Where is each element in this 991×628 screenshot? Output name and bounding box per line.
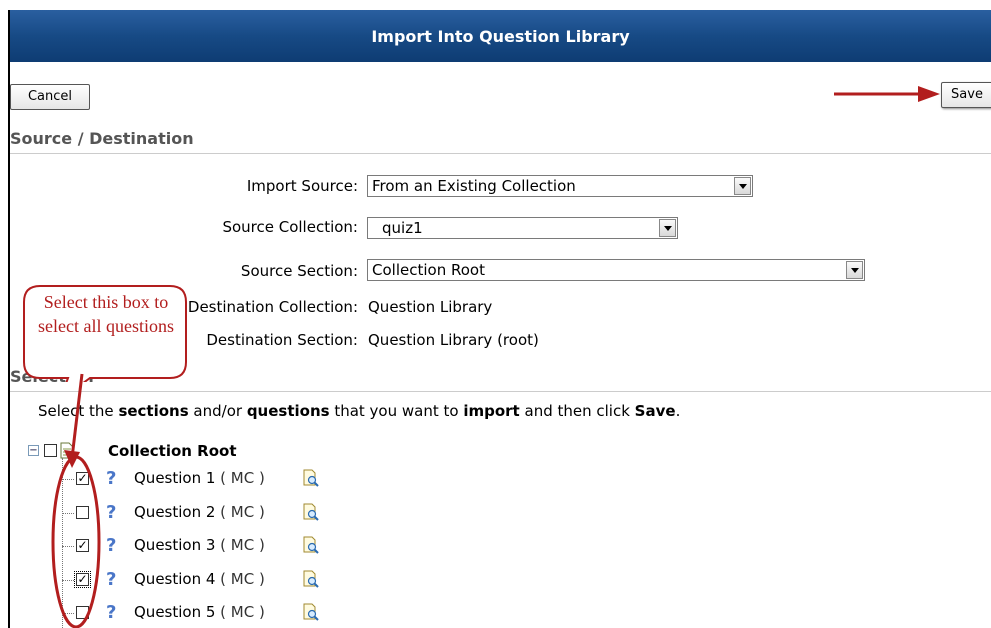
question-label: Question 4 ( MC )	[134, 570, 265, 588]
collapse-icon[interactable]: −	[28, 445, 39, 456]
question-label: Question 1 ( MC )	[134, 469, 265, 487]
question-name: Question 4	[134, 570, 221, 588]
chevron-down-icon[interactable]	[846, 261, 863, 279]
svg-text:?: ?	[106, 569, 116, 589]
collection-root-label: Collection Root	[108, 442, 237, 460]
chevron-down-icon[interactable]	[734, 177, 751, 195]
dialog-title: Import Into Question Library	[10, 10, 991, 62]
question-mark-icon: ?	[106, 502, 116, 522]
source-destination-heading: Source / Destination	[10, 126, 991, 154]
question-type: ( MC )	[220, 603, 265, 621]
source-collection-select[interactable]: quiz1	[367, 217, 678, 239]
question-name: Question 5	[134, 603, 221, 621]
destination-section-value: Question Library (root)	[368, 331, 539, 349]
chevron-down-icon[interactable]	[659, 219, 676, 237]
destination-collection-value: Question Library	[368, 298, 493, 316]
question-type: ( MC )	[220, 536, 265, 554]
question-mark-icon: ?	[106, 602, 116, 622]
question-name: Question 3	[134, 536, 221, 554]
question-type: ( MC )	[220, 503, 265, 521]
preview-icon[interactable]	[302, 536, 320, 554]
question-name: Question 2	[134, 503, 221, 521]
svg-text:?: ?	[106, 502, 116, 522]
source-section-value: Collection Root	[372, 261, 485, 279]
source-collection-label: Source Collection:	[222, 218, 358, 236]
source-collection-value: quiz1	[382, 219, 423, 237]
callout-text: Select this box to select all questions	[38, 292, 174, 336]
preview-icon[interactable]	[302, 503, 320, 521]
preview-icon[interactable]	[302, 570, 320, 588]
question-label: Question 2 ( MC )	[134, 503, 265, 521]
question-mark-icon: ?	[106, 569, 116, 589]
import-source-select[interactable]: From an Existing Collection	[367, 175, 753, 197]
question-label: Question 3 ( MC )	[134, 536, 265, 554]
highlight-ellipse	[51, 455, 101, 628]
preview-icon[interactable]	[302, 603, 320, 621]
svg-text:?: ?	[106, 602, 116, 622]
import-source-value: From an Existing Collection	[372, 177, 576, 195]
instruction-text: Select the sections and/or questions tha…	[38, 402, 681, 420]
question-name: Question 1	[134, 469, 221, 487]
question-type: ( MC )	[220, 469, 265, 487]
preview-icon[interactable]	[302, 469, 320, 487]
save-button[interactable]: Save	[941, 82, 991, 108]
svg-text:?: ?	[106, 535, 116, 555]
question-mark-icon: ?	[106, 468, 116, 488]
svg-text:?: ?	[106, 468, 116, 488]
source-section-label: Source Section:	[240, 262, 358, 280]
question-type: ( MC )	[220, 570, 265, 588]
source-section-select[interactable]: Collection Root	[367, 259, 865, 281]
callout-pointer	[64, 373, 84, 468]
question-mark-icon: ?	[106, 535, 116, 555]
top-strip	[0, 0, 991, 10]
cancel-button[interactable]: Cancel	[10, 84, 90, 110]
import-source-label: Import Source:	[246, 177, 358, 195]
arrow-annotation	[834, 86, 940, 102]
question-label: Question 5 ( MC )	[134, 603, 265, 621]
